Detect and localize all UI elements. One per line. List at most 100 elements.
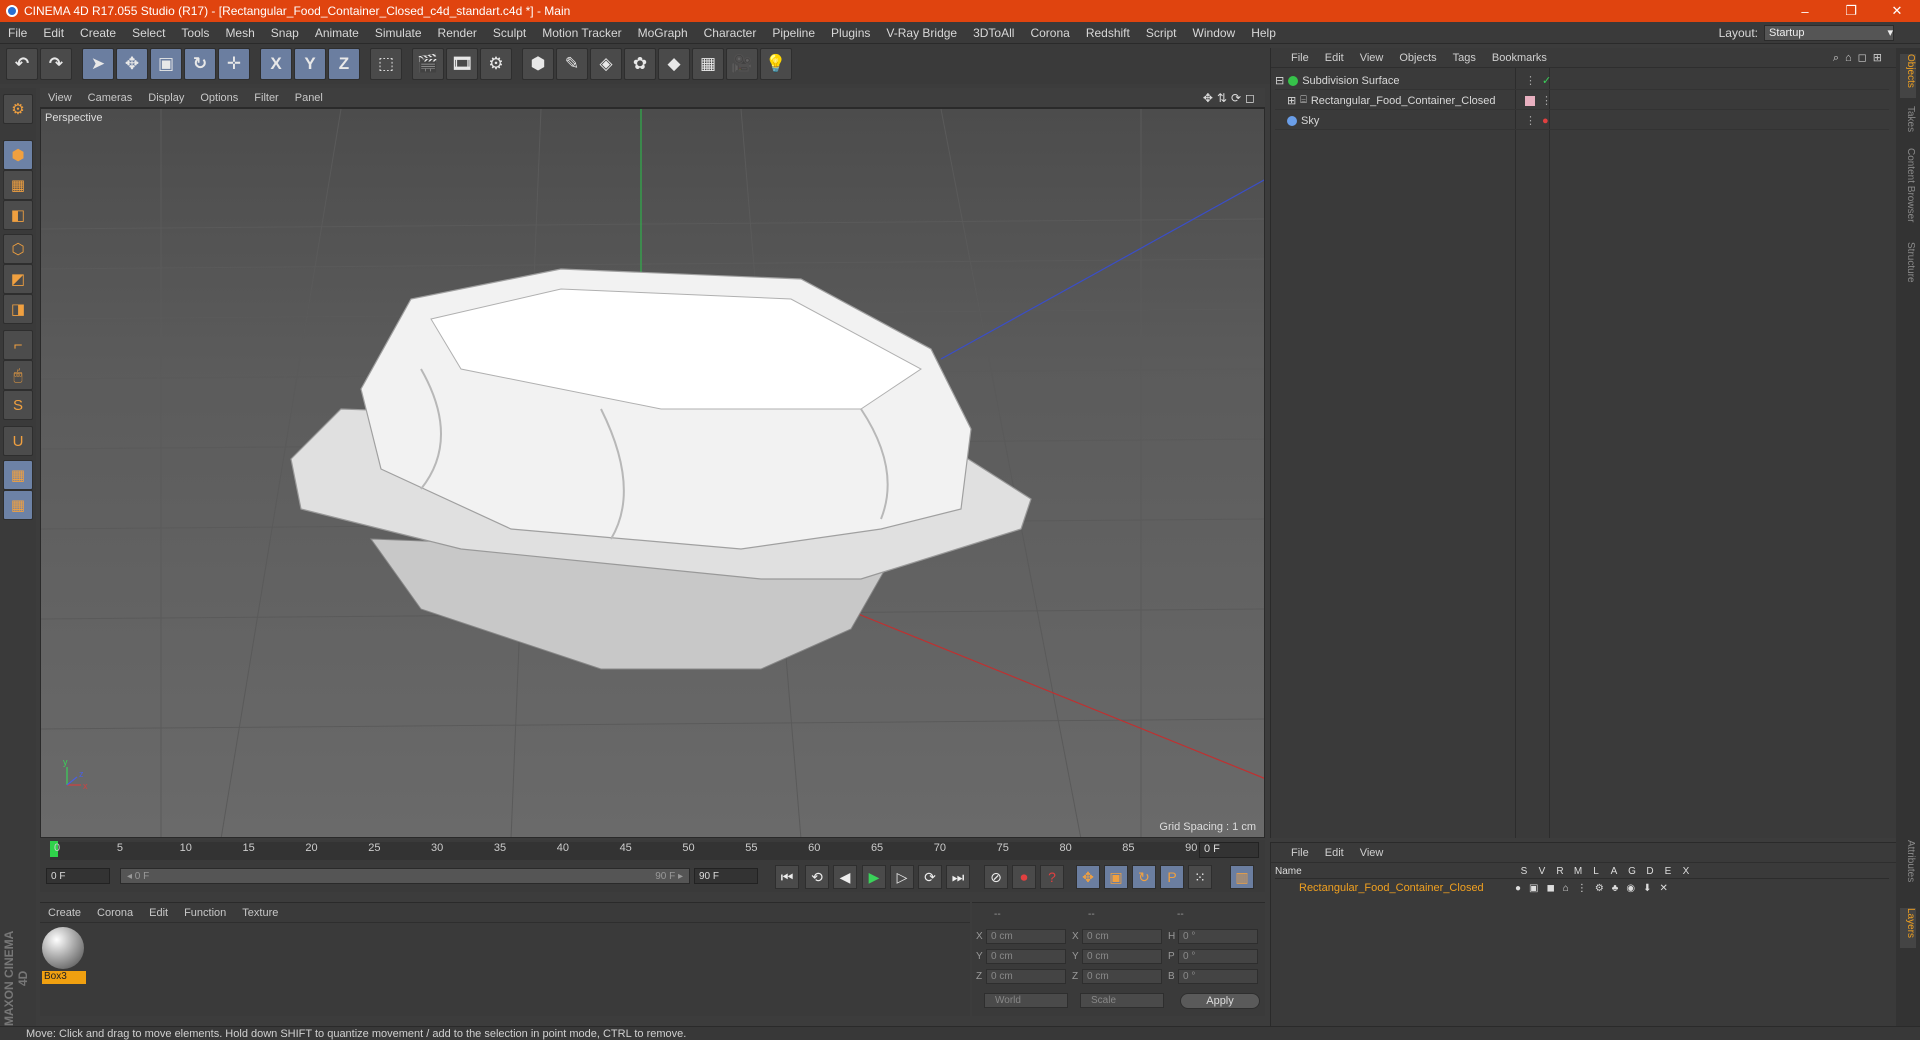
texture-mode-icon[interactable]: ▦: [3, 170, 33, 200]
start-frame-field[interactable]: 0 F: [46, 868, 110, 884]
visibility-toggle-icon[interactable]: ⋮: [1525, 114, 1536, 127]
coord-rotation-field[interactable]: 0 °: [1178, 949, 1258, 964]
layer-column-header[interactable]: L: [1587, 866, 1605, 877]
menu-snap[interactable]: Snap: [263, 26, 307, 40]
go-to-end-button[interactable]: ⏭: [946, 865, 970, 889]
menu-animate[interactable]: Animate: [307, 26, 367, 40]
pen-icon[interactable]: ✎: [556, 48, 588, 80]
layer-column-header[interactable]: S: [1515, 866, 1533, 877]
layer-row[interactable]: Rectangular_Food_Container_Closed ●▣◼⌂⋮⚙…: [1275, 880, 1889, 896]
camera-icon[interactable]: 🎥: [726, 48, 758, 80]
tab-layers[interactable]: Layers: [1900, 908, 1916, 948]
timeline-ruler[interactable]: 0 F 0 5 10 15 20 25 30 35 40 45 50 55 60 65 70 75 80 85 90: [40, 840, 1265, 862]
viewport-menu-cameras[interactable]: Cameras: [80, 92, 141, 104]
coord-position-field[interactable]: 0 cm: [986, 929, 1066, 944]
record-toggle-button[interactable]: ⊘: [984, 865, 1008, 889]
menu-create[interactable]: Create: [72, 26, 124, 40]
viewport-nav-icons[interactable]: ✥⇅⟳◻: [1203, 91, 1259, 105]
layer-column-header[interactable]: X: [1677, 866, 1695, 877]
close-button[interactable]: ✕: [1874, 3, 1920, 19]
menu-mesh[interactable]: Mesh: [217, 26, 262, 40]
frame-range-slider[interactable]: ◂ 0 F 90 F ▸: [120, 868, 690, 884]
coord-size-field[interactable]: 0 cm: [1082, 929, 1162, 944]
workplane-icon[interactable]: ◧: [3, 200, 33, 230]
scale-icon[interactable]: ▣: [150, 48, 182, 80]
tab-structure[interactable]: Structure: [1900, 242, 1916, 296]
z-axis-icon[interactable]: Z: [328, 48, 360, 80]
world-coord-icon[interactable]: ⬚: [370, 48, 402, 80]
material-menu-edit[interactable]: Edit: [141, 907, 176, 919]
material-menu-create[interactable]: Create: [40, 907, 89, 919]
locked-workplane-icon[interactable]: ▦: [3, 460, 33, 490]
menu-edit[interactable]: Edit: [35, 26, 72, 40]
layer-column-header[interactable]: G: [1623, 866, 1641, 877]
menu-tools[interactable]: Tools: [173, 26, 217, 40]
menu-3dtoall[interactable]: 3DToAll: [965, 26, 1022, 40]
perspective-viewport[interactable]: y x z Perspective Grid Spacing : 1 cm: [40, 108, 1265, 838]
object-menu-bookmarks[interactable]: Bookmarks: [1484, 52, 1555, 64]
mograph-cloner-icon[interactable]: ✿: [624, 48, 656, 80]
menu-script[interactable]: Script: [1138, 26, 1185, 40]
menu-file[interactable]: File: [0, 26, 35, 40]
play-backward-button[interactable]: ◀: [833, 865, 857, 889]
key-parameter-button[interactable]: P: [1160, 865, 1184, 889]
rotate-icon[interactable]: ↻: [184, 48, 216, 80]
tweak-mode-icon[interactable]: 🖱: [3, 360, 33, 390]
render-toggle-icon[interactable]: ●: [1542, 115, 1549, 127]
y-axis-icon[interactable]: Y: [294, 48, 326, 80]
current-frame-field[interactable]: 0 F: [1199, 842, 1259, 858]
key-position-button[interactable]: ✥: [1076, 865, 1100, 889]
object-row[interactable]: ⊟ Subdivision Surface ⋮ ✓: [1275, 72, 1889, 90]
record-active-objects-button[interactable]: ⏺: [1012, 865, 1036, 889]
key-pla-button[interactable]: ⁙: [1188, 865, 1212, 889]
key-scale-button[interactable]: ▣: [1104, 865, 1128, 889]
edit-render-settings-icon[interactable]: ⚙: [480, 48, 512, 80]
menu-vray-bridge[interactable]: V-Ray Bridge: [878, 26, 965, 40]
render-view-icon[interactable]: 🎬: [412, 48, 444, 80]
visibility-toggle-icon[interactable]: ⋮: [1541, 94, 1552, 107]
key-rotation-button[interactable]: ↻: [1132, 865, 1156, 889]
object-menu-objects[interactable]: Objects: [1391, 52, 1444, 64]
coord-position-field[interactable]: 0 cm: [986, 949, 1066, 964]
edges-mode-icon[interactable]: ◩: [3, 264, 33, 294]
maximize-button[interactable]: ❐: [1828, 3, 1874, 19]
render-picture-viewer-icon[interactable]: 🎞: [446, 48, 478, 80]
menu-render[interactable]: Render: [430, 26, 485, 40]
layer-column-header[interactable]: E: [1659, 866, 1677, 877]
layer-menu-edit[interactable]: Edit: [1317, 847, 1352, 859]
coord-type-dropdown[interactable]: Scale: [1080, 993, 1164, 1008]
menu-plugins[interactable]: Plugins: [823, 26, 878, 40]
object-row[interactable]: ⊞ ⌸ Rectangular_Food_Container_Closed ⋮: [1275, 92, 1889, 110]
menu-motion-tracker[interactable]: Motion Tracker: [534, 26, 629, 40]
material-tag-icon[interactable]: [1525, 95, 1535, 106]
menu-select[interactable]: Select: [124, 26, 173, 40]
menu-redshift[interactable]: Redshift: [1078, 26, 1138, 40]
step-forward-button[interactable]: ▷: [890, 865, 914, 889]
layer-column-header[interactable]: M: [1569, 866, 1587, 877]
coord-size-field[interactable]: 0 cm: [1082, 969, 1162, 984]
polygons-mode-icon[interactable]: ◨: [3, 294, 33, 324]
object-menu-edit[interactable]: Edit: [1317, 52, 1352, 64]
menu-mograph[interactable]: MoGraph: [630, 26, 696, 40]
coord-mode-dropdown[interactable]: World: [984, 993, 1068, 1008]
floor-icon[interactable]: ▦: [692, 48, 724, 80]
viewport-menu-view[interactable]: View: [40, 92, 80, 104]
magnet-icon[interactable]: U: [3, 426, 33, 456]
expand-icon[interactable]: ⊟: [1275, 74, 1284, 87]
deformer-icon[interactable]: ◆: [658, 48, 690, 80]
apply-button[interactable]: Apply: [1180, 993, 1260, 1009]
x-axis-icon[interactable]: X: [260, 48, 292, 80]
tab-takes[interactable]: Takes: [1900, 106, 1916, 140]
layout-dropdown[interactable]: Startup ▾: [1764, 24, 1894, 41]
layer-column-header[interactable]: R: [1551, 866, 1569, 877]
layer-menu-file[interactable]: File: [1283, 847, 1317, 859]
camera-label[interactable]: Perspective: [45, 112, 102, 124]
coord-rotation-field[interactable]: 0 °: [1178, 929, 1258, 944]
material-menu-corona[interactable]: Corona: [89, 907, 141, 919]
menu-character[interactable]: Character: [696, 26, 765, 40]
menu-help[interactable]: Help: [1243, 26, 1284, 40]
layer-column-header[interactable]: D: [1641, 866, 1659, 877]
expand-icon[interactable]: ⊞: [1287, 94, 1296, 107]
tab-attributes[interactable]: Attributes: [1900, 840, 1916, 900]
minimize-button[interactable]: –: [1782, 4, 1828, 19]
